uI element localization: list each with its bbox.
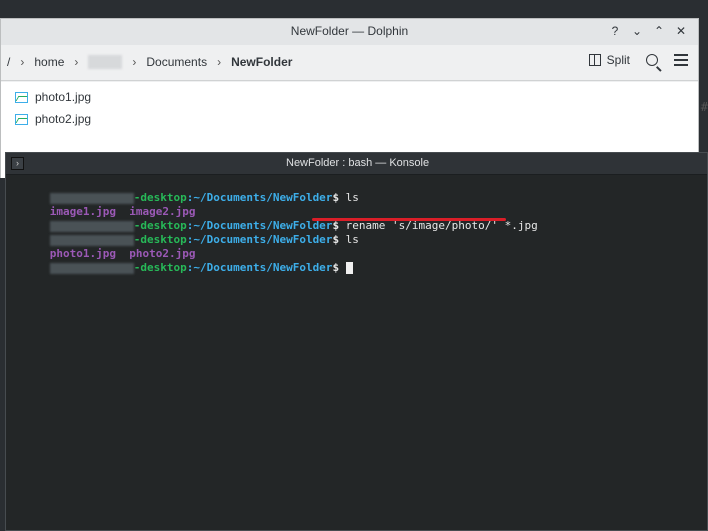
split-view-icon xyxy=(588,54,601,66)
image-file-icon xyxy=(15,91,28,103)
chevron-right-icon: › xyxy=(74,55,79,69)
terminal-line: -desktop:~/Documents/NewFolder$ xyxy=(10,247,707,274)
file-item[interactable]: photo2.jpg xyxy=(1,108,698,130)
dolphin-toolbar: / › home › › Documents › NewFolder Split xyxy=(1,45,698,81)
minimize-icon[interactable]: ⌄ xyxy=(628,22,646,40)
split-label: Split xyxy=(606,53,630,67)
konsole-window: › NewFolder : bash — Konsole -desktop:~/… xyxy=(5,152,708,531)
file-name: photo1.jpg xyxy=(35,90,92,104)
terminal-line: image1.jpg image2.jpg xyxy=(10,191,707,218)
breadcrumb-root[interactable]: / xyxy=(7,55,10,69)
close-icon[interactable]: ✕ xyxy=(672,22,690,40)
prompt-path: :~/Documents/NewFolder xyxy=(186,261,333,274)
window-title: NewFolder — Dolphin xyxy=(290,24,409,38)
file-name: photo2.jpg xyxy=(35,112,92,126)
chevron-right-icon: › xyxy=(20,55,25,69)
help-icon[interactable]: ? xyxy=(606,22,624,40)
split-button[interactable]: Split xyxy=(588,53,630,67)
terminal-output[interactable]: -desktop:~/Documents/NewFolder$ ls image… xyxy=(10,177,707,274)
breadcrumb-home[interactable]: home xyxy=(34,55,64,69)
breadcrumb: / › home › › Documents › NewFolder xyxy=(7,55,292,69)
konsole-titlebar: › NewFolder : bash — Konsole xyxy=(6,153,707,175)
hamburger-menu-icon[interactable] xyxy=(674,54,688,66)
breadcrumb-newfolder[interactable]: NewFolder xyxy=(231,55,292,69)
dolphin-titlebar: NewFolder — Dolphin ? ⌄ ⌃ ✕ xyxy=(1,19,698,45)
konsole-title: NewFolder : bash — Konsole xyxy=(286,157,430,169)
redacted-username xyxy=(49,262,134,274)
background-text: # xyxy=(700,100,708,114)
terminal-line: -desktop:~/Documents/NewFolder$ ls xyxy=(10,177,707,204)
prompt-host: -desktop xyxy=(133,261,187,274)
breadcrumb-documents[interactable]: Documents xyxy=(146,55,207,69)
terminal-line: -desktop:~/Documents/NewFolder$ ls xyxy=(10,219,707,246)
image-file-icon xyxy=(15,113,28,125)
breadcrumb-user-redacted[interactable] xyxy=(88,55,123,69)
search-icon[interactable] xyxy=(646,54,658,66)
terminal-line: -desktop:~/Documents/NewFolder$ rename '… xyxy=(10,205,707,232)
chevron-right-icon: › xyxy=(217,55,222,69)
maximize-icon[interactable]: ⌃ xyxy=(650,22,668,40)
terminal-line: photo1.jpg photo2.jpg xyxy=(10,233,707,260)
text-cursor xyxy=(345,262,353,274)
chevron-right-icon: › xyxy=(132,55,137,69)
file-item[interactable]: photo1.jpg xyxy=(1,86,698,108)
